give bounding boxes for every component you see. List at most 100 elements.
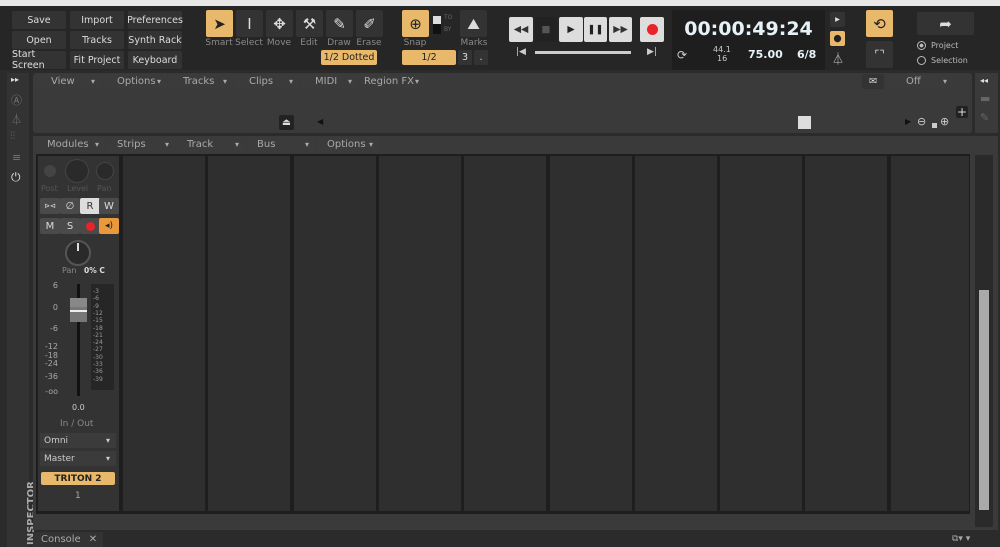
- volume-value[interactable]: 0.0: [72, 403, 85, 412]
- sync-icon[interactable]: ⟳: [677, 48, 687, 62]
- zoom-out-icon[interactable]: ⊖: [917, 115, 926, 128]
- scroll-left-icon[interactable]: ◀: [317, 117, 323, 126]
- output-dropdown[interactable]: Master: [40, 451, 116, 466]
- menu-label: Options: [117, 76, 156, 87]
- track-menu-0[interactable]: View: [37, 74, 101, 89]
- cmd-button-1[interactable]: Import: [70, 11, 124, 29]
- marks-button[interactable]: ⛰: [460, 10, 487, 37]
- pan-knob[interactable]: [65, 240, 91, 266]
- console-menu-2[interactable]: Track: [177, 137, 245, 152]
- track-menu-1[interactable]: Options: [103, 74, 167, 89]
- go-to-start-icon[interactable]: |◀: [516, 47, 526, 57]
- draw-duration-button[interactable]: 1/2 Dotted: [321, 50, 377, 65]
- mute-button[interactable]: M: [40, 218, 60, 234]
- menu-icon[interactable]: ≡: [12, 151, 21, 164]
- tool-edit[interactable]: ⚒: [296, 10, 323, 37]
- snap-value-button[interactable]: 1/2: [402, 50, 456, 65]
- stop-button[interactable]: ■: [535, 17, 557, 42]
- cmd-button-5[interactable]: Synth Rack: [128, 31, 182, 49]
- cmd-button-7[interactable]: Fit Project: [70, 51, 124, 69]
- to-by-toggle[interactable]: [433, 16, 441, 34]
- tool-move[interactable]: ✥: [266, 10, 293, 37]
- play-marker-button[interactable]: ▸: [830, 12, 845, 27]
- time-readout[interactable]: 00:00:49:24: [672, 18, 825, 40]
- tool-select[interactable]: I: [236, 10, 263, 37]
- project-radio[interactable]: [917, 41, 926, 50]
- pen-icon[interactable]: ✎: [980, 111, 989, 124]
- tempo[interactable]: 75.00: [748, 48, 783, 61]
- pan-knob-small[interactable]: [96, 162, 114, 180]
- volume-fader[interactable]: [70, 298, 87, 322]
- export-button[interactable]: ➦: [917, 12, 974, 35]
- meter-scale-label: -18: [93, 324, 103, 332]
- rewind-button[interactable]: ◀◀: [509, 17, 533, 42]
- collapse-icon[interactable]: ◂◂: [980, 76, 988, 85]
- loop-button[interactable]: ⟲: [866, 10, 893, 37]
- record-button[interactable]: [640, 17, 664, 42]
- console-menu-4[interactable]: Options: [317, 137, 379, 152]
- tool-smart[interactable]: ➤: [206, 10, 233, 37]
- meter[interactable]: 6/8: [797, 48, 816, 61]
- snap-triplet-button[interactable]: 3: [458, 50, 472, 65]
- play-button[interactable]: ▶: [559, 17, 583, 42]
- input-dropdown[interactable]: Omni: [40, 433, 116, 448]
- tool-erase[interactable]: ✐: [356, 10, 383, 37]
- position-slider[interactable]: [535, 51, 631, 54]
- go-to-end-icon[interactable]: ▶|: [647, 47, 657, 57]
- track-menu-5[interactable]: Region FX: [360, 74, 425, 89]
- eject-button[interactable]: ⏏: [279, 115, 294, 130]
- automation-button[interactable]: ✉: [862, 74, 884, 89]
- cmd-button-0[interactable]: Save: [12, 11, 66, 29]
- track-name[interactable]: TRITON 2: [41, 472, 115, 485]
- track-menu-3[interactable]: Clips: [235, 74, 299, 89]
- arm-record-button[interactable]: [80, 218, 100, 234]
- metronome-icon[interactable]: ⏃: [832, 50, 844, 67]
- cmd-button-2[interactable]: Preferences: [127, 11, 183, 29]
- track-number: 1: [75, 491, 81, 501]
- zoom-in-icon[interactable]: ⊕: [940, 115, 949, 128]
- automation-dropdown[interactable]: Off: [886, 74, 953, 89]
- pause-button[interactable]: ❚❚: [584, 17, 607, 42]
- write-automation-button[interactable]: W: [99, 198, 119, 214]
- waveform-icon[interactable]: ⫶⫶: [10, 131, 15, 142]
- track-menu-4[interactable]: MIDI: [301, 74, 358, 89]
- console-tab[interactable]: Console ✕: [33, 532, 103, 547]
- record-marker-button[interactable]: ●: [830, 31, 845, 46]
- snap-dot-button[interactable]: .: [474, 50, 488, 65]
- console-menu-0[interactable]: Modules: [37, 137, 105, 152]
- post-led[interactable]: [44, 165, 56, 177]
- scroll-thumb[interactable]: [798, 116, 811, 129]
- solo-button[interactable]: S: [60, 218, 80, 234]
- bit-depth: 16: [717, 54, 728, 63]
- level-knob[interactable]: [65, 159, 89, 183]
- zoom-reset-icon[interactable]: [932, 123, 937, 128]
- console-menu-1[interactable]: Strips: [107, 137, 175, 152]
- window-options-icon[interactable]: ⧉▾ ▾: [952, 534, 970, 544]
- cmd-button-4[interactable]: Tracks: [70, 31, 124, 49]
- cmd-button-3[interactable]: Open: [12, 31, 66, 49]
- expand-icon[interactable]: ▸▸: [11, 75, 19, 84]
- close-icon[interactable]: ✕: [89, 534, 97, 545]
- snap-button[interactable]: ⊕: [402, 10, 429, 37]
- console-scrollbar[interactable]: [975, 155, 993, 527]
- cmd-button-8[interactable]: Keyboard: [128, 51, 182, 69]
- tool-draw[interactable]: ✎: [326, 10, 353, 37]
- input-echo-button[interactable]: ◂): [99, 218, 119, 234]
- metronome-side-icon[interactable]: ⏃: [11, 111, 22, 127]
- fast-forward-button[interactable]: ▶▶: [609, 17, 632, 42]
- scroll-right-icon[interactable]: ▶: [905, 117, 911, 126]
- read-automation-button[interactable]: R: [80, 198, 100, 214]
- console-menu-3[interactable]: Bus: [247, 137, 315, 152]
- cmd-button-6[interactable]: Start Screen: [12, 49, 66, 71]
- folder-icon[interactable]: ▬: [980, 92, 990, 105]
- add-track-button[interactable]: +: [956, 105, 968, 119]
- phase-link-button[interactable]: ⊳⊲: [40, 198, 60, 214]
- scrollbar-thumb[interactable]: [979, 290, 989, 510]
- tool-label: Draw: [327, 38, 351, 48]
- power-icon[interactable]: ⏻: [11, 170, 21, 185]
- automation-icon[interactable]: Ⓐ: [11, 92, 22, 108]
- track-menu-2[interactable]: Tracks: [169, 74, 233, 89]
- selection-radio[interactable]: [917, 56, 926, 65]
- punch-button[interactable]: ⌜⌝: [866, 41, 893, 68]
- phase-invert-button[interactable]: ∅: [60, 198, 80, 214]
